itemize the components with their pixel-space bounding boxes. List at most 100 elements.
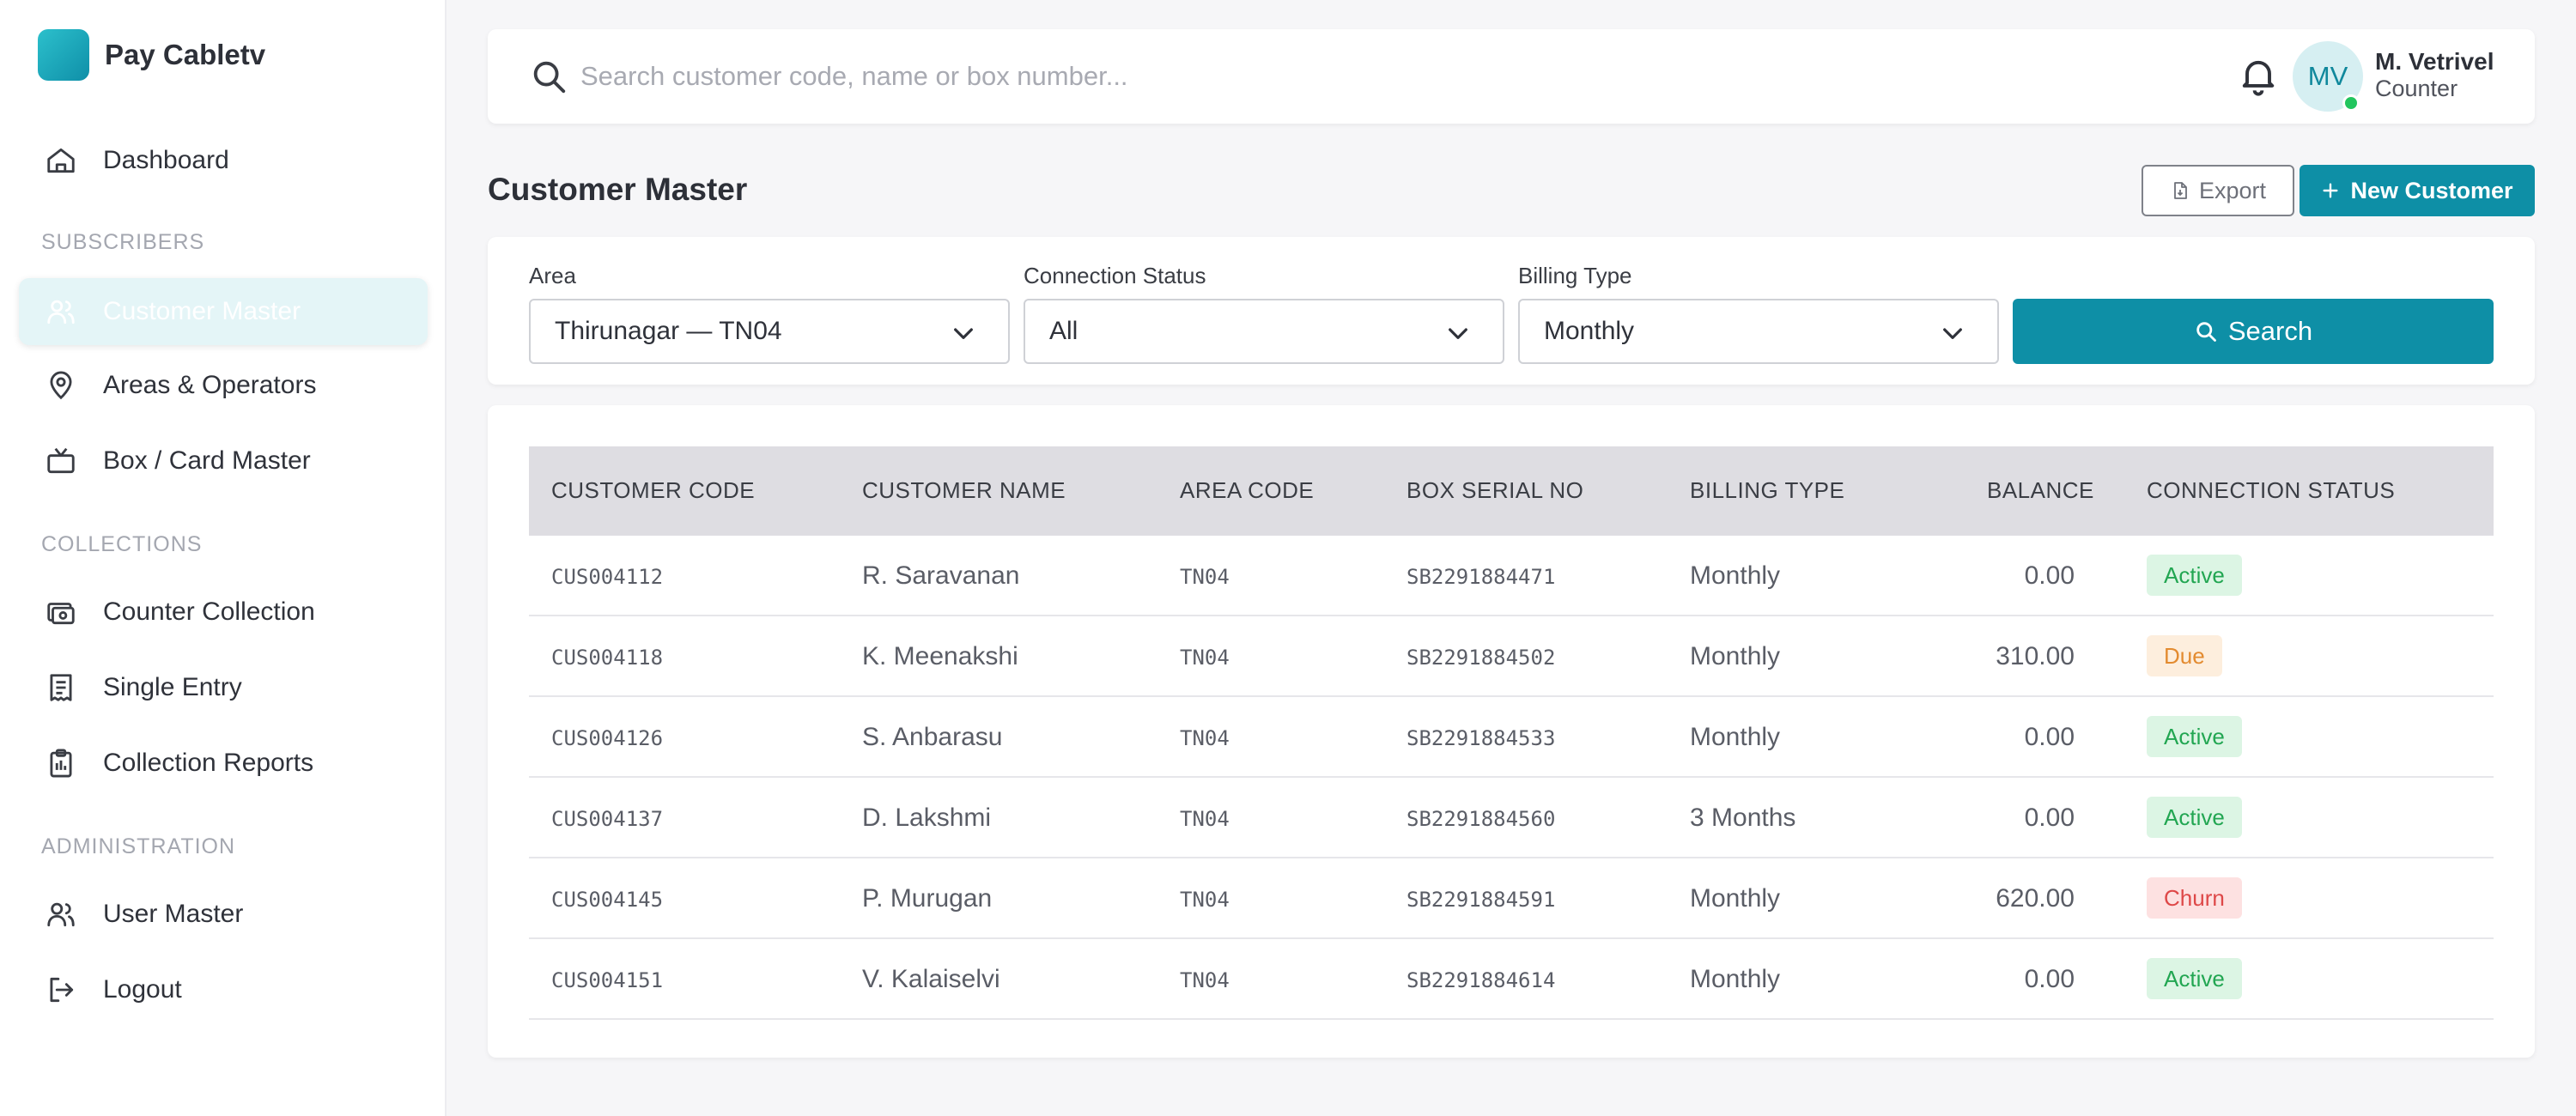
- cell-customer-code: CUS004118: [551, 646, 664, 670]
- cell-area-code: TN04: [1180, 807, 1230, 831]
- table-row[interactable]: CUS004112 R. Saravanan TN04 SB2291884471…: [529, 536, 2494, 616]
- section-subscribers: SUBSCRIBERS: [41, 230, 205, 254]
- status-select-value: All: [1049, 317, 1078, 345]
- home-icon: [43, 143, 79, 179]
- cell-box-serial: SB2291884591: [1406, 888, 1556, 912]
- billing-label: Billing Type: [1518, 263, 1632, 288]
- chevron-down-icon: [1444, 319, 1472, 347]
- cell-customer-name: K. Meenakshi: [862, 642, 1018, 670]
- new-customer-label: New Customer: [2350, 177, 2513, 203]
- section-collections: COLLECTIONS: [41, 532, 203, 556]
- cell-customer-code: CUS004126: [551, 726, 664, 750]
- cell-balance: 0.00: [2024, 965, 2075, 993]
- top-bar: MV M. Vetrivel Counter: [488, 29, 2535, 124]
- cell-area-code: TN04: [1180, 726, 1230, 750]
- status-label: Connection Status: [1024, 263, 1206, 288]
- filters-panel: Area Thirunagar — TN04 Connection Status…: [488, 237, 2535, 385]
- sidebar-item-collection-reports[interactable]: Collection Reports: [19, 730, 428, 797]
- cell-customer-code: CUS004137: [551, 807, 664, 831]
- tv-icon: [43, 443, 79, 479]
- users-icon: [43, 294, 79, 330]
- chevron-down-icon: [1939, 319, 1966, 347]
- cell-billing-type: 3 Months: [1690, 804, 1796, 832]
- cell-customer-code: CUS004112: [551, 565, 664, 589]
- sidebar-item-single-entry[interactable]: Single Entry: [19, 654, 428, 721]
- col-billing-type[interactable]: BILLING TYPE: [1690, 477, 1844, 504]
- col-customer-name[interactable]: CUSTOMER NAME: [862, 477, 1066, 504]
- search-icon: [2194, 319, 2218, 343]
- col-area-code[interactable]: AREA CODE: [1180, 477, 1314, 504]
- sidebar-item-label: Single Entry: [103, 673, 242, 701]
- sidebar-item-label: Box / Card Master: [103, 446, 311, 475]
- sidebar-item-label: Logout: [103, 975, 182, 1004]
- brand-logo: [38, 29, 89, 81]
- users-icon: [43, 896, 79, 932]
- col-customer-code[interactable]: CUSTOMER CODE: [551, 477, 755, 504]
- status-badge: Due: [2147, 635, 2222, 676]
- cell-customer-code: CUS004145: [551, 888, 664, 912]
- sidebar-item-customer-master[interactable]: Customer Master: [19, 278, 428, 345]
- billing-type-select[interactable]: Monthly: [1518, 299, 1999, 364]
- sidebar-item-areas-operators[interactable]: Areas & Operators: [19, 352, 428, 419]
- col-balance[interactable]: BALANCE: [1987, 477, 2094, 504]
- export-label: Export: [2198, 177, 2267, 203]
- cell-balance: 620.00: [1996, 884, 2075, 913]
- cell-box-serial: SB2291884560: [1406, 807, 1556, 831]
- cell-area-code: TN04: [1180, 968, 1230, 992]
- area-select[interactable]: Thirunagar — TN04: [529, 299, 1010, 364]
- cell-customer-name: S. Anbarasu: [862, 723, 1003, 751]
- cell-customer-name: D. Lakshmi: [862, 804, 992, 832]
- cell-balance: 310.00: [1996, 642, 2075, 670]
- cell-box-serial: SB2291884502: [1406, 646, 1556, 670]
- table-row[interactable]: CUS004118 K. Meenakshi TN04 SB2291884502…: [529, 616, 2494, 697]
- status-badge: Active: [2147, 555, 2242, 596]
- receipt-icon: [43, 670, 79, 706]
- brand-name: Pay Cabletv: [105, 39, 266, 70]
- table-row[interactable]: CUS004126 S. Anbarasu TN04 SB2291884533 …: [529, 697, 2494, 778]
- section-administration: ADMINISTRATION: [41, 834, 236, 858]
- table-row[interactable]: CUS004137 D. Lakshmi TN04 SB2291884560 3…: [529, 778, 2494, 858]
- search-input[interactable]: [580, 53, 1783, 100]
- sidebar-item-label: Customer Master: [103, 297, 301, 325]
- table-row[interactable]: CUS004151 V. Kalaiselvi TN04 SB229188461…: [529, 939, 2494, 1020]
- sidebar-item-label: Areas & Operators: [103, 371, 317, 399]
- status-badge: Churn: [2147, 877, 2242, 919]
- clipboard-icon: [43, 745, 79, 781]
- cell-box-serial: SB2291884614: [1406, 968, 1556, 992]
- cell-box-serial: SB2291884533: [1406, 726, 1556, 750]
- table-header: CUSTOMER CODE CUSTOMER NAME AREA CODE BO…: [529, 446, 2494, 536]
- sidebar: Pay Cabletv Dashboard SUBSCRIBERS Custom…: [0, 0, 447, 1116]
- cell-area-code: TN04: [1180, 646, 1230, 670]
- sidebar-item-dashboard[interactable]: Dashboard: [19, 127, 428, 194]
- user-name: M. Vetrivel: [2375, 48, 2494, 75]
- search-button-label: Search: [2227, 316, 2313, 346]
- cash-register-icon: [43, 594, 79, 630]
- status-badge: Active: [2147, 716, 2242, 757]
- map-pin-icon: [43, 367, 79, 403]
- chevron-down-icon: [950, 319, 977, 347]
- new-customer-button[interactable]: New Customer: [2300, 165, 2535, 216]
- sidebar-item-box-card-master[interactable]: Box / Card Master: [19, 428, 428, 494]
- cell-billing-type: Monthly: [1690, 884, 1781, 913]
- col-connection-status[interactable]: CONNECTION STATUS: [2147, 477, 2395, 504]
- cell-balance: 0.00: [2024, 561, 2075, 590]
- cell-customer-code: CUS004151: [551, 968, 664, 992]
- connection-status-select[interactable]: All: [1024, 299, 1504, 364]
- brand[interactable]: Pay Cabletv: [38, 29, 265, 81]
- cell-billing-type: Monthly: [1690, 723, 1781, 751]
- sidebar-item-label: User Master: [103, 900, 244, 928]
- cell-customer-name: R. Saravanan: [862, 561, 1020, 590]
- cell-balance: 0.00: [2024, 723, 2075, 751]
- cell-customer-name: P. Murugan: [862, 884, 993, 913]
- user-role: Counter: [2375, 76, 2458, 101]
- bell-icon[interactable]: [2236, 53, 2281, 98]
- col-box-serial[interactable]: BOX SERIAL NO: [1406, 477, 1583, 504]
- table-row[interactable]: CUS004145 P. Murugan TN04 SB2291884591 M…: [529, 858, 2494, 939]
- search-button[interactable]: Search: [2013, 299, 2494, 364]
- status-badge: Active: [2147, 797, 2242, 838]
- sidebar-item-user-master[interactable]: User Master: [19, 881, 428, 948]
- sidebar-item-logout[interactable]: Logout: [19, 956, 428, 1023]
- sidebar-item-counter-collection[interactable]: Counter Collection: [19, 579, 428, 646]
- export-button[interactable]: Export: [2142, 165, 2294, 216]
- status-badge: Active: [2147, 958, 2242, 999]
